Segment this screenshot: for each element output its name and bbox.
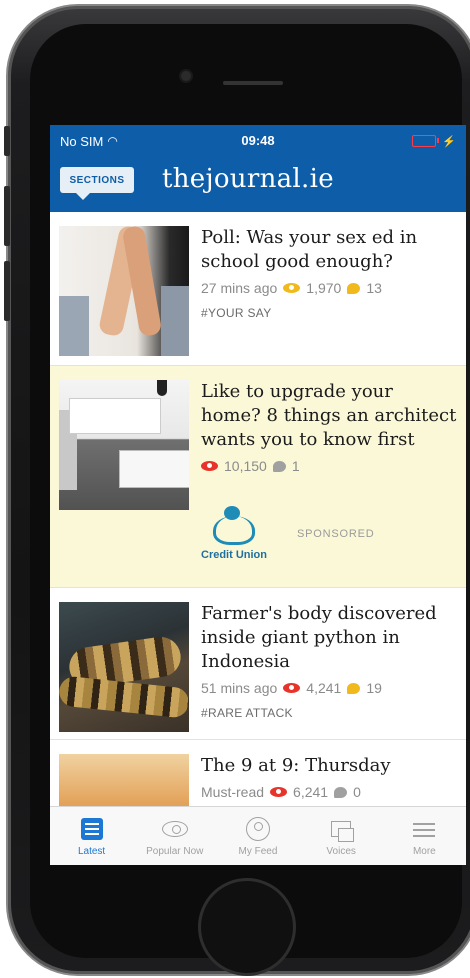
comments-icon [347,282,361,294]
article-meta: 10,150 1 [201,458,458,474]
article-body: The 9 at 9: Thursday Must-read 6,241 0 [201,754,458,807]
app-screen: No SIM ◠ 09:48 ⚡ SECTIONS thejournal.ie … [50,125,466,865]
article-thumbnail [59,380,189,510]
camera-icon [181,71,191,81]
app-header: SECTIONS thejournal.ie [50,157,466,212]
battery-icon [412,135,440,147]
views-icon [283,283,301,293]
article-body: Farmer's body discovered inside giant py… [201,602,458,725]
site-logo[interactable]: thejournal.ie [162,164,334,194]
sponsor-row: Credit Union SPONSORED [59,506,458,570]
mute-switch [4,126,10,156]
comments-icon [272,460,286,472]
tab-voices[interactable]: Voices [301,816,381,857]
article-meta: Must-read 6,241 0 [201,784,458,800]
credit-union-logo[interactable]: Credit Union [199,506,269,561]
article-thumbnail [59,602,189,732]
article-meta: 27 mins ago 1,970 13 [201,280,458,296]
views-icon [201,461,218,471]
chat-icon [331,820,355,842]
tab-bar: Latest Popular Now My Feed Voices More [50,806,466,865]
wifi-icon: ◠ [107,134,118,148]
volume-down-button [4,261,10,321]
article-feed[interactable]: Poll: Was your sex ed in school good eno… [50,212,466,807]
article-views: 10,150 [224,458,267,474]
menu-icon [413,822,436,825]
battery-area: ⚡ [412,135,456,148]
tab-label: More [412,845,436,857]
eye-icon [161,820,188,837]
views-icon [283,683,301,693]
comments-icon [347,682,361,694]
article-headline[interactable]: Like to upgrade your home? 8 things an a… [201,380,458,452]
charging-icon: ⚡ [442,135,456,148]
article-views: 6,241 [293,784,329,800]
comments-icon [334,786,348,798]
tab-label: Voices [326,845,356,857]
list-icon [80,817,103,840]
article-time: Must-read [201,784,265,800]
article-thumbnail [59,226,189,356]
article-thumbnail [59,754,189,807]
tab-label: Latest [77,845,106,857]
article-time: 27 mins ago [201,280,278,296]
tab-my-feed[interactable]: My Feed [218,816,298,857]
volume-up-button [4,186,10,246]
carrier-status: No SIM ◠ [60,134,118,149]
tab-latest[interactable]: Latest [52,816,132,857]
article-headline[interactable]: The 9 at 9: Thursday [201,754,458,778]
carrier-label: No SIM [60,133,104,149]
article-body: Poll: Was your sex ed in school good eno… [201,226,458,351]
article-item[interactable]: Poll: Was your sex ed in school good eno… [50,212,466,366]
article-meta: 51 mins ago 4,241 19 [201,680,458,696]
credit-union-emblem-icon [213,506,255,545]
article-comments: 1 [291,458,300,474]
article-views: 4,241 [306,680,342,696]
article-tag[interactable]: #RARE ATTACK [201,706,458,720]
speaker-grille [223,81,283,85]
home-button[interactable] [198,878,296,976]
article-tag[interactable]: #YOUR SAY [201,306,458,320]
sponsored-badge: SPONSORED [297,528,375,540]
sponsor-name: Credit Union [201,549,267,561]
tab-label: Popular Now [146,845,204,857]
status-bar: No SIM ◠ 09:48 ⚡ [50,125,466,157]
article-item[interactable]: The 9 at 9: Thursday Must-read 6,241 0 [50,740,466,807]
article-body: Like to upgrade your home? 8 things an a… [201,380,458,510]
tab-label: My Feed [238,845,278,857]
article-time: 51 mins ago [201,680,278,696]
article-headline[interactable]: Farmer's body discovered inside giant py… [201,602,458,674]
sections-button[interactable]: SECTIONS [60,167,134,200]
article-headline[interactable]: Poll: Was your sex ed in school good eno… [201,226,458,274]
article-comments: 0 [353,784,361,800]
article-comments: 13 [366,280,382,296]
person-icon [245,816,270,841]
views-icon [270,787,288,797]
tab-more[interactable]: More [384,816,464,857]
article-views: 1,970 [306,280,342,296]
article-item[interactable]: Farmer's body discovered inside giant py… [50,588,466,740]
sponsored-article-item[interactable]: Like to upgrade your home? 8 things an a… [50,366,466,588]
article-comments: 19 [366,680,382,696]
tab-popular-now[interactable]: Popular Now [135,816,215,857]
